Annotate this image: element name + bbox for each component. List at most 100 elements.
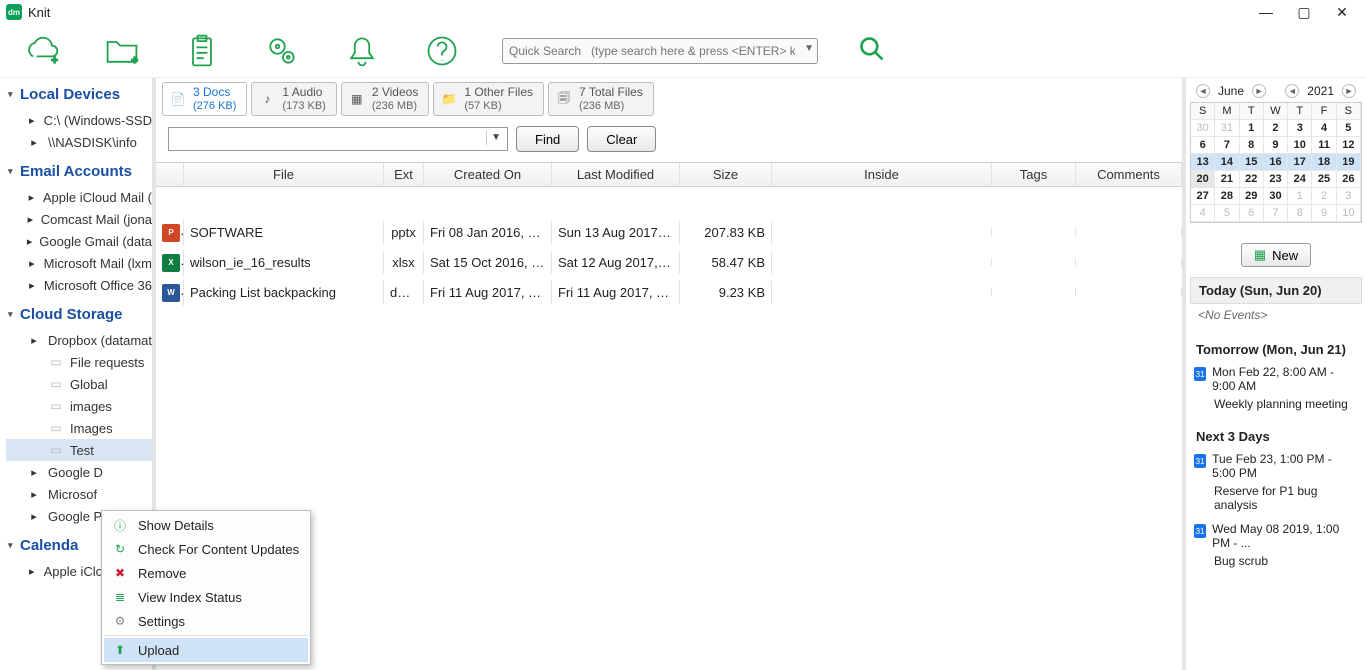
sidebar-item[interactable]: ▸Google D xyxy=(6,461,152,483)
search-input[interactable] xyxy=(502,38,818,64)
filter-combo[interactable]: ▼ xyxy=(168,127,508,151)
new-event-button[interactable]: ▦New xyxy=(1241,243,1311,267)
calendar-day[interactable]: 9 xyxy=(1264,137,1288,154)
month-next[interactable]: ► xyxy=(1252,84,1266,98)
calendar-day[interactable]: 15 xyxy=(1240,154,1264,171)
clipboard-icon[interactable] xyxy=(182,31,222,71)
calendar-day[interactable]: 25 xyxy=(1312,171,1336,188)
calendar-day[interactable]: 18 xyxy=(1312,154,1336,171)
sidebar-subitem[interactable]: Test xyxy=(6,439,152,461)
calendar-day[interactable]: 11 xyxy=(1312,137,1336,154)
calendar-day[interactable]: 10 xyxy=(1288,137,1312,154)
calendar-day[interactable]: 29 xyxy=(1240,188,1264,205)
col-comments[interactable]: Comments xyxy=(1076,163,1182,186)
calendar-day[interactable]: 16 xyxy=(1264,154,1288,171)
event-item[interactable]: 31Tue Feb 23, 1:00 PM - 5:00 PM xyxy=(1190,450,1362,482)
sidebar-section-head[interactable]: ▾Cloud Storage xyxy=(6,302,152,329)
calendar-day[interactable]: 9 xyxy=(1312,205,1336,222)
search-icon[interactable] xyxy=(858,35,886,66)
col-inside[interactable]: Inside xyxy=(772,163,992,186)
event-item[interactable]: 31Wed May 08 2019, 1:00 PM - ... xyxy=(1190,520,1362,552)
calendar-day[interactable]: 3 xyxy=(1337,188,1361,205)
help-icon[interactable] xyxy=(422,31,462,71)
context-menu-item[interactable]: ⬆Upload xyxy=(104,638,308,662)
col-size[interactable]: Size xyxy=(680,163,772,186)
sidebar-subitem[interactable]: Global xyxy=(6,373,152,395)
table-row[interactable]: W Packing List backpackingdocx Fri 11 Au… xyxy=(156,277,1182,307)
cloud-add-icon[interactable] xyxy=(22,31,62,71)
calendar-day[interactable]: 21 xyxy=(1215,171,1239,188)
col-modified[interactable]: Last Modified xyxy=(552,163,680,186)
category-tab[interactable]: ♪1 Audio(173 KB) xyxy=(251,82,336,116)
sidebar-item[interactable]: ▸Microsoft Mail (lxm xyxy=(6,252,152,274)
sidebar-item[interactable]: ▸Google Gmail (data xyxy=(6,230,152,252)
category-tab[interactable]: 📄3 Docs(276 KB) xyxy=(162,82,247,116)
calendar-day[interactable]: 4 xyxy=(1312,120,1336,137)
calendar-day[interactable]: 17 xyxy=(1288,154,1312,171)
sidebar-item[interactable]: ▸Dropbox (datamat xyxy=(6,329,152,351)
calendar-day[interactable]: 27 xyxy=(1191,188,1215,205)
sidebar-section-head[interactable]: ▾Local Devices xyxy=(6,82,152,109)
sidebar-item[interactable]: ▸C:\ (Windows-SSD xyxy=(6,109,152,131)
context-menu-item[interactable]: ✖Remove xyxy=(104,561,308,585)
category-tab[interactable]: ▦2 Videos(236 MB) xyxy=(341,82,429,116)
sidebar-item[interactable]: ▸Microsof xyxy=(6,483,152,505)
month-prev[interactable]: ◄ xyxy=(1196,84,1210,98)
calendar-day[interactable]: 7 xyxy=(1264,205,1288,222)
sidebar-item[interactable]: ▸Microsoft Office 36 xyxy=(6,274,152,296)
calendar-day[interactable]: 31 xyxy=(1215,120,1239,137)
bell-icon[interactable] xyxy=(342,31,382,71)
maximize-button[interactable]: ▢ xyxy=(1294,4,1314,21)
calendar-day[interactable]: 2 xyxy=(1312,188,1336,205)
calendar-day[interactable]: 14 xyxy=(1215,154,1239,171)
sidebar-section-head[interactable]: ▾Email Accounts xyxy=(6,159,152,186)
calendar-day[interactable]: 30 xyxy=(1264,188,1288,205)
sidebar-subitem[interactable]: images xyxy=(6,395,152,417)
calendar-day[interactable]: 2 xyxy=(1264,120,1288,137)
calendar-day[interactable]: 8 xyxy=(1240,137,1264,154)
find-button[interactable]: Find xyxy=(516,126,579,152)
calendar-day[interactable]: 6 xyxy=(1240,205,1264,222)
event-item[interactable]: 31Mon Feb 22, 8:00 AM - 9:00 AM xyxy=(1190,363,1362,395)
calendar-day[interactable]: 24 xyxy=(1288,171,1312,188)
calendar-day[interactable]: 30 xyxy=(1191,120,1215,137)
calendar-day[interactable]: 10 xyxy=(1337,205,1361,222)
context-menu-item[interactable]: ⓘShow Details xyxy=(104,513,308,537)
col-tags[interactable]: Tags xyxy=(992,163,1076,186)
calendar-day[interactable]: 1 xyxy=(1288,188,1312,205)
sidebar-item[interactable]: ▸Comcast Mail (jona xyxy=(6,208,152,230)
calendar-day[interactable]: 5 xyxy=(1337,120,1361,137)
sidebar-item[interactable]: ▸Apple iCloud Mail ( xyxy=(6,186,152,208)
calendar-day[interactable]: 23 xyxy=(1264,171,1288,188)
calendar-day[interactable]: 20 xyxy=(1191,171,1215,188)
calendar-day[interactable]: 6 xyxy=(1191,137,1215,154)
calendar-day[interactable]: 4 xyxy=(1191,205,1215,222)
settings-icon[interactable] xyxy=(262,31,302,71)
calendar-day[interactable]: 12 xyxy=(1337,137,1361,154)
close-button[interactable]: ✕ xyxy=(1332,4,1352,21)
sidebar-item[interactable]: ▸\\NASDISK\info xyxy=(6,131,152,153)
calendar-day[interactable]: 5 xyxy=(1215,205,1239,222)
sidebar-subitem[interactable]: File requests xyxy=(6,351,152,373)
calendar-day[interactable]: 7 xyxy=(1215,137,1239,154)
calendar-day[interactable]: 1 xyxy=(1240,120,1264,137)
calendar-day[interactable]: 28 xyxy=(1215,188,1239,205)
context-menu-item[interactable]: ≣View Index Status xyxy=(104,585,308,609)
calendar-day[interactable]: 3 xyxy=(1288,120,1312,137)
calendar-day[interactable]: 13 xyxy=(1191,154,1215,171)
context-menu-item[interactable]: ↻Check For Content Updates xyxy=(104,537,308,561)
folder-add-icon[interactable] xyxy=(102,31,142,71)
table-row[interactable]: P SOFTWAREpptx Fri 08 Jan 2016, 5:29 P..… xyxy=(156,217,1182,247)
clear-button[interactable]: Clear xyxy=(587,126,656,152)
category-tab[interactable]: 📁1 Other Files(57 KB) xyxy=(433,82,544,116)
minimize-button[interactable]: — xyxy=(1256,4,1276,21)
col-ext[interactable]: Ext xyxy=(384,163,424,186)
search-dropdown-icon[interactable]: ▼ xyxy=(804,43,814,54)
sidebar-subitem[interactable]: Images xyxy=(6,417,152,439)
col-file[interactable]: File xyxy=(184,163,384,186)
calendar-day[interactable]: 26 xyxy=(1337,171,1361,188)
table-row[interactable]: X wilson_ie_16_resultsxlsx Sat 15 Oct 20… xyxy=(156,247,1182,277)
year-next[interactable]: ► xyxy=(1342,84,1356,98)
context-menu-item[interactable]: ⚙Settings xyxy=(104,609,308,633)
category-tab[interactable]: 🗐7 Total Files(236 MB) xyxy=(548,82,654,116)
